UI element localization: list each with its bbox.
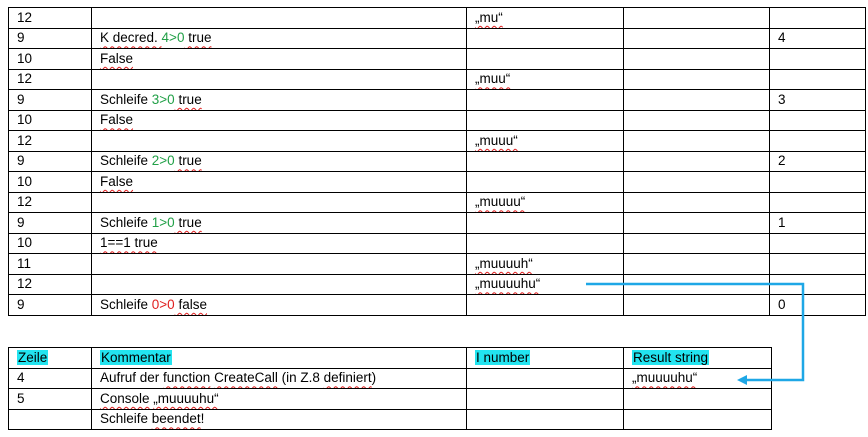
arrow-head	[737, 375, 747, 385]
arrow-line	[586, 282, 805, 382]
connector-arrow	[586, 282, 805, 385]
